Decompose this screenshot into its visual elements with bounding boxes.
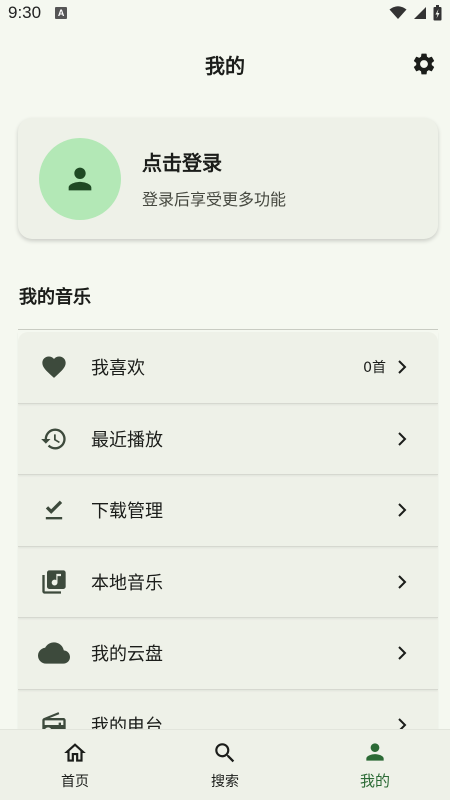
search-icon [215,742,235,762]
heart-icon [38,351,70,383]
menu-item-local-music[interactable]: 本地音乐 [18,547,438,618]
music-library-icon [38,566,70,598]
nav-search[interactable]: 搜索 [150,730,300,800]
menu-item-recent[interactable]: 最近播放 [18,404,438,475]
person-icon [366,743,384,761]
login-subtitle: 登录后享受更多功能 [142,190,287,209]
menu-item-favorites[interactable]: 我喜欢 0首 [18,332,438,404]
nav-search-label: 搜索 [211,773,239,790]
menu-item-downloads[interactable]: 下载管理 [18,475,438,547]
login-card[interactable]: 点击登录 登录后享受更多功能 [18,118,438,239]
chevron-right-icon [398,360,407,374]
status-time: 9:30 [8,3,42,22]
login-title: 点击登录 [142,151,222,175]
avatar [39,137,121,220]
nav-home-label: 首页 [61,773,89,790]
nav-profile[interactable]: 我的 [300,730,450,800]
signal-icon [414,7,426,19]
my-music-list: 我喜欢 0首 最近播放 下载管理 本地音乐 我的云盘 我的电台 [18,332,438,761]
menu-item-label: 本地音乐 [91,572,163,594]
gear-icon[interactable] [411,51,437,77]
section-divider [18,329,438,330]
chevron-right-icon [398,646,407,660]
cloud-icon [38,637,70,669]
page-title: 我的 [205,53,245,78]
chevron-right-icon [398,503,407,517]
chevron-right-icon [398,575,407,589]
download-done-icon [38,494,70,526]
nav-profile-label: 我的 [359,772,390,790]
history-icon [38,423,70,455]
chevron-right-icon [398,432,407,446]
top-app-bar: 我的 [0,40,450,88]
settings-button[interactable] [410,50,438,78]
menu-item-label: 我的云盘 [91,644,163,666]
battery-icon [433,5,442,21]
person-icon [68,167,92,190]
wifi-icon [389,6,407,19]
menu-item-label: 我喜欢 [91,358,145,380]
bottom-navigation: 首页 搜索 我的 [0,729,450,800]
menu-item-cloud-drive[interactable]: 我的云盘 [18,618,438,690]
menu-item-label: 下载管理 [91,501,163,523]
notification-icon: A [55,7,68,19]
favorites-count: 0首 [363,360,386,377]
login-text: 点击登录 登录后享受更多功能 [142,147,286,210]
section-title: 我的音乐 [19,287,91,308]
menu-item-label: 最近播放 [91,429,163,451]
status-indicators [389,5,442,21]
home-icon [64,742,86,762]
status-bar: 9:30 A [0,0,450,26]
nav-home[interactable]: 首页 [0,730,150,800]
